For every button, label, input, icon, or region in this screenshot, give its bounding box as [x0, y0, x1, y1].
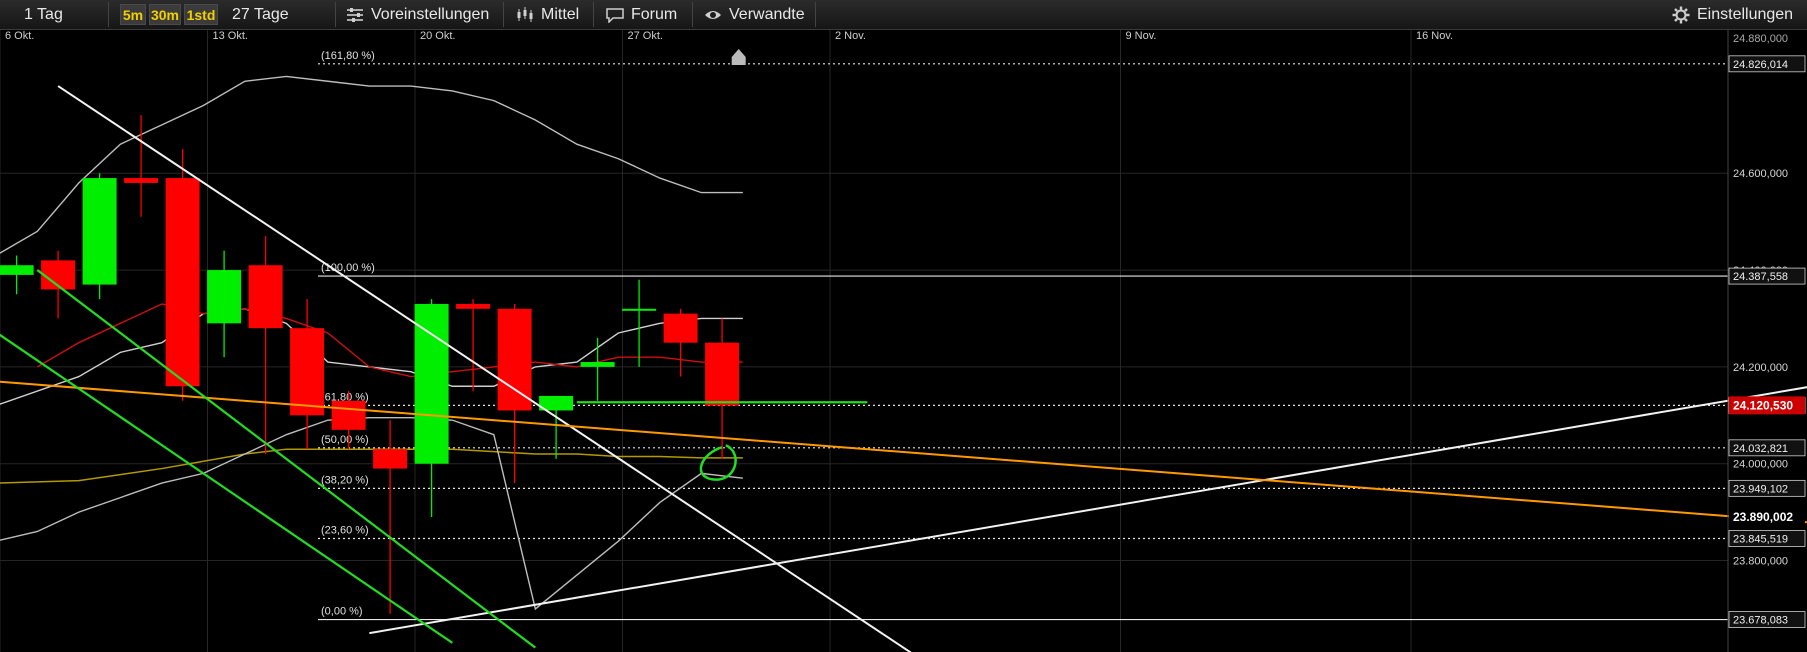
toolbar-divider — [108, 2, 109, 27]
trend-line-green — [36, 269, 537, 649]
timeframe-5m[interactable]: 5m — [120, 4, 146, 25]
chart-toolbar: 1 Tag 5m 30m 1std 27 Tage Voreinstellung… — [0, 0, 1807, 30]
range-label: 27 Tage — [232, 6, 289, 23]
candle-body — [82, 178, 117, 285]
candle-body — [124, 178, 159, 183]
y-tick-label: 24.200,000 — [1733, 362, 1788, 374]
sliders-icon — [347, 7, 363, 22]
x-tick-label: 20 Okt. — [420, 30, 455, 42]
fib-level-label: (0,00 %) — [321, 606, 363, 618]
trend-line-green — [0, 333, 453, 644]
toolbar-divider — [692, 2, 693, 27]
x-tick-label: 13 Okt. — [213, 30, 248, 42]
candle-body — [248, 265, 283, 329]
trend-lines — [0, 49, 1807, 652]
forum-label: Forum — [631, 6, 678, 23]
candle-body — [622, 308, 657, 311]
period-label: 1 Tag — [24, 6, 63, 23]
x-tick-label: 9 Nov. — [1126, 30, 1157, 42]
candle-body — [331, 400, 366, 430]
arrow-marker-icon — [731, 49, 746, 66]
candle-body — [290, 328, 325, 416]
fib-level-label: (100,00 %) — [321, 262, 375, 274]
current-price-label: 24.120,530 — [1733, 398, 1793, 412]
bollinger-lower-line — [0, 417, 743, 611]
timeframe-30m[interactable]: 30m — [149, 4, 181, 25]
x-tick-label: 27 Okt. — [628, 30, 663, 42]
fib-level-label: (50,00 %) — [321, 434, 369, 446]
candle-body — [414, 303, 449, 464]
fib-value-label: 24.387,558 — [1733, 271, 1788, 283]
candle-body — [373, 449, 408, 469]
candle-body — [705, 342, 740, 406]
fib-value-label: 23.678,083 — [1733, 615, 1788, 627]
fib-value-label: 24.032,821 — [1733, 443, 1788, 455]
gear-icon — [1672, 6, 1690, 24]
indicator-lines — [0, 75, 743, 611]
y-tick-label: 23.800,000 — [1733, 556, 1788, 568]
period-dropdown[interactable]: 1 Tag — [12, 0, 102, 29]
toolbar-divider — [593, 2, 594, 27]
price-chart[interactable]: 6 Okt. 13 Okt. 20 Okt. 27 Okt. 2 Nov. 9 Nov. 1… — [0, 30, 1807, 652]
toolbar-divider — [503, 2, 504, 27]
fib-level-label: (161,80 %) — [321, 50, 375, 62]
related-label: Verwandte — [729, 6, 805, 23]
indicator-button[interactable]: Mittel — [516, 0, 579, 29]
candle-body — [165, 178, 200, 387]
y-tick-label: 24.000,000 — [1733, 459, 1788, 471]
fib-value-label: 24.826,014 — [1733, 59, 1788, 71]
speech-bubble-icon — [606, 8, 624, 23]
extra-price-label: 23.890,002 — [1733, 510, 1793, 524]
candle-body — [456, 303, 491, 309]
fib-value-label: 23.949,102 — [1733, 483, 1788, 495]
fib-level-label: (23,60 %) — [321, 525, 369, 537]
toolbar-divider — [815, 2, 816, 27]
timeframe-1std[interactable]: 1std — [184, 4, 218, 25]
y-tick-label: 24.880,000 — [1733, 33, 1788, 45]
related-button[interactable]: Verwandte — [704, 0, 805, 29]
candlestick-icon — [517, 6, 533, 22]
trend-line-orange — [0, 380, 1807, 524]
presets-button[interactable]: Voreinstellungen — [346, 0, 489, 29]
grid — [0, 30, 1728, 652]
y-axis: 24.600,00024.400,00024.200,00024.000,000… — [1727, 30, 1806, 652]
toolbar-divider — [335, 2, 336, 27]
eye-icon — [705, 10, 721, 19]
candle-body — [580, 362, 615, 367]
candle-body — [497, 308, 532, 411]
x-axis: 6 Okt. 13 Okt. 20 Okt. 27 Okt. 2 Nov. 9 Nov. 1… — [5, 30, 1453, 42]
trend-line-white — [369, 386, 1807, 635]
x-tick-label: 2 Nov. — [835, 30, 866, 42]
settings-label: Einstellungen — [1697, 6, 1794, 23]
candle-body — [207, 270, 242, 324]
x-tick-label: 6 Okt. — [5, 30, 34, 42]
fib-value-label: 23.845,519 — [1733, 534, 1788, 546]
fib-level-label: (38,20 %) — [321, 474, 369, 486]
range-dropdown[interactable]: 27 Tage — [232, 0, 289, 29]
presets-label: Voreinstellungen — [371, 6, 490, 23]
forum-button[interactable]: Forum — [606, 0, 677, 29]
moving-average-red-line — [36, 303, 743, 378]
candle-body — [0, 265, 34, 275]
settings-button[interactable]: Einstellungen — [1672, 0, 1793, 29]
indicator-label: Mittel — [541, 6, 580, 23]
x-tick-label: 16 Nov. — [1416, 30, 1453, 42]
candle-body — [663, 313, 698, 343]
y-tick-label: 24.600,000 — [1733, 168, 1788, 180]
